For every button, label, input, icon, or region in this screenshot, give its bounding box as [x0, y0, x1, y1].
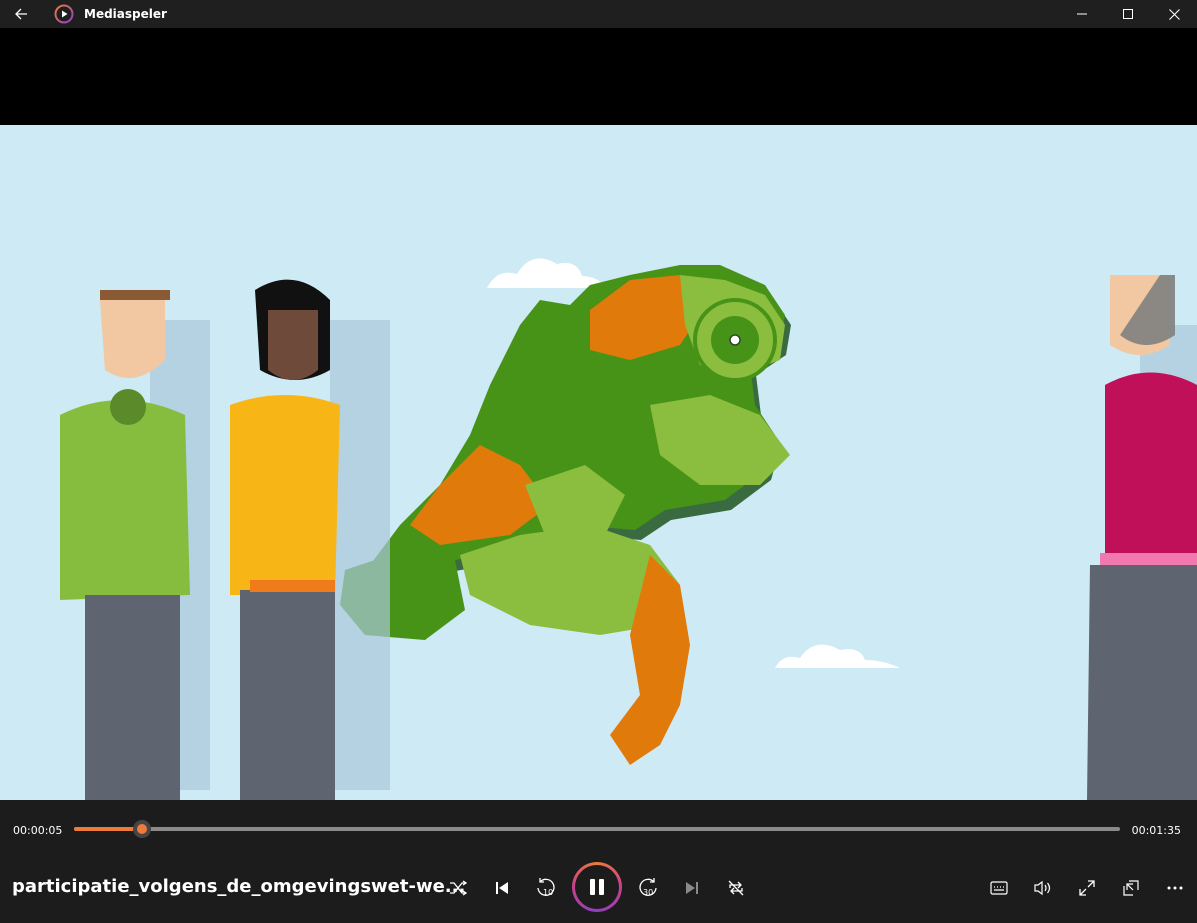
next-icon [686, 882, 698, 894]
title-bar: Mediaspeler [0, 0, 1197, 28]
volume-icon [1034, 880, 1051, 896]
man-character [60, 290, 210, 800]
close-icon [1168, 8, 1180, 20]
more-button[interactable] [1161, 874, 1189, 902]
previous-icon [496, 882, 508, 894]
shuffle-icon [450, 880, 467, 896]
fullscreen-button[interactable] [1073, 874, 1101, 902]
repeat-icon [728, 880, 744, 896]
volume-button[interactable] [1029, 874, 1057, 902]
current-time: 00:00:05 [13, 824, 63, 837]
media-player-icon [54, 4, 74, 24]
track-title: participatie_volgens_de_omgevingswet-we.… [12, 876, 466, 897]
video-frame [0, 125, 1197, 800]
more-icon [1167, 886, 1183, 890]
maximize-button[interactable] [1105, 0, 1151, 28]
forward-30-icon: 30 [639, 878, 657, 897]
mini-player-icon [1123, 880, 1139, 896]
forward-30-button[interactable]: 30 [634, 874, 662, 902]
seek-thumb[interactable] [132, 820, 151, 838]
back-arrow-icon [15, 8, 27, 20]
close-button[interactable] [1151, 0, 1197, 28]
svg-text:30: 30 [643, 888, 653, 897]
back-button[interactable] [0, 0, 42, 28]
woman-character [230, 279, 390, 800]
svg-text:10: 10 [543, 888, 553, 897]
seek-bar[interactable] [74, 820, 1120, 838]
playback-controls: 00:00:05 00:01:35 participatie_volgens_d… [0, 800, 1197, 923]
pause-icon [590, 879, 604, 895]
total-time: 00:01:35 [1131, 824, 1181, 837]
minimize-icon [1077, 13, 1087, 15]
rewind-10-icon: 10 [537, 878, 555, 897]
repeat-button[interactable] [722, 874, 750, 902]
video-scene-illustration [60, 258, 1197, 800]
maximize-icon [1123, 9, 1133, 19]
subtitles-button[interactable] [985, 874, 1013, 902]
rewind-10-button[interactable]: 10 [532, 874, 560, 902]
netherlands-map [340, 265, 791, 765]
video-area[interactable] [0, 28, 1197, 800]
older-man-character [1087, 275, 1197, 800]
subtitles-icon [990, 881, 1008, 895]
minimize-button[interactable] [1059, 0, 1105, 28]
next-button[interactable] [678, 874, 706, 902]
fullscreen-icon [1079, 880, 1095, 896]
previous-button[interactable] [488, 874, 516, 902]
mini-player-button[interactable] [1117, 874, 1145, 902]
seek-progress [74, 827, 142, 831]
shuffle-button[interactable] [444, 874, 472, 902]
app-title: Mediaspeler [84, 7, 167, 21]
pause-button[interactable] [572, 862, 622, 912]
